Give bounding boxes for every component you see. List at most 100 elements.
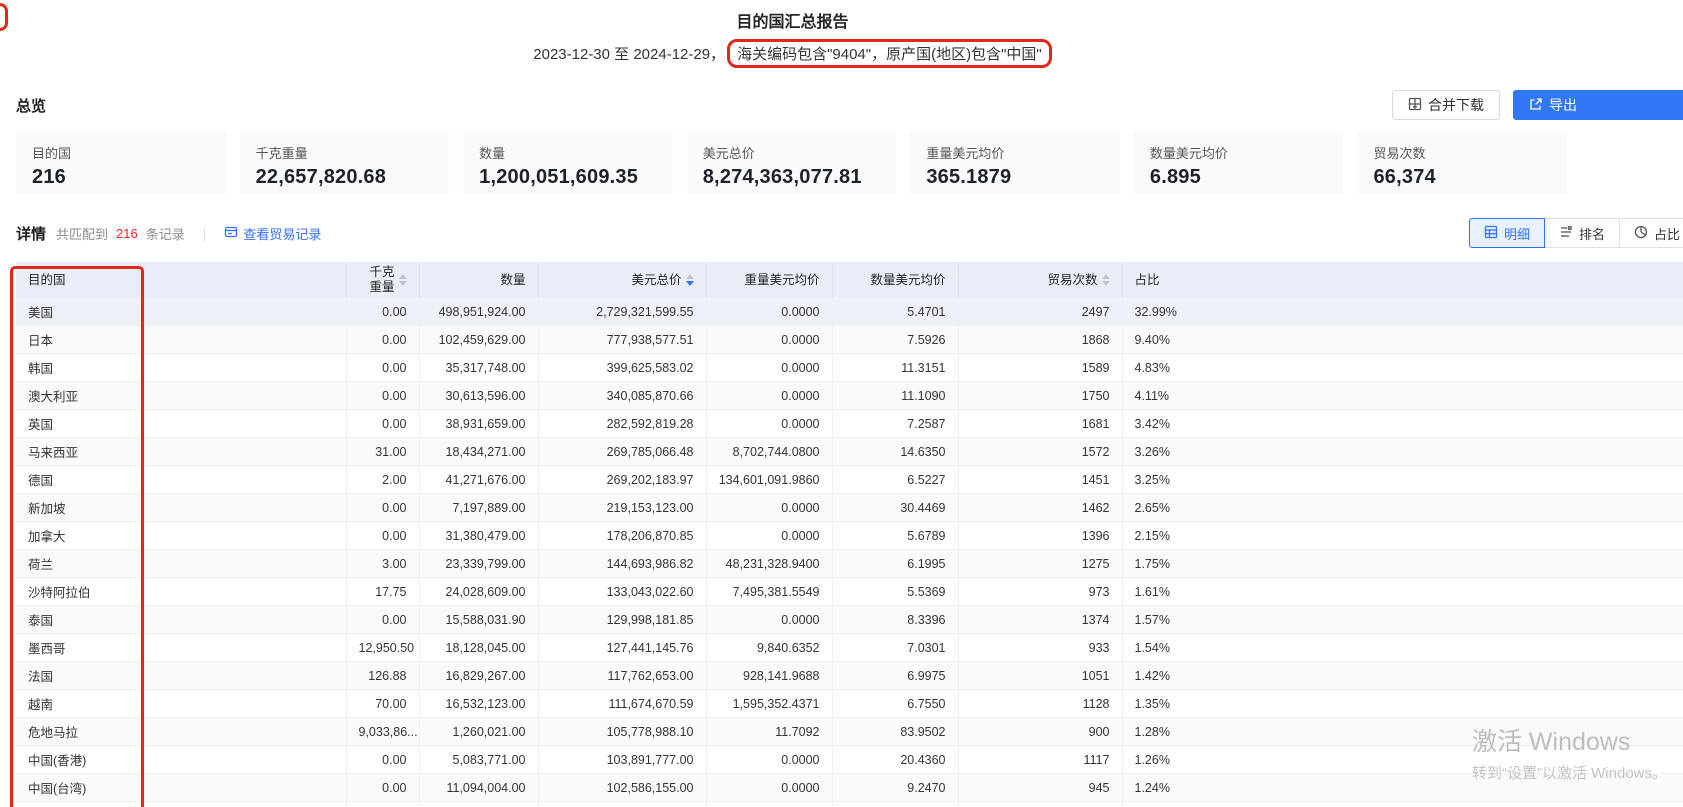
cell-kg-weight: 12,950.50 — [346, 634, 419, 662]
cell-kg-weight: 8,178.32 — [346, 802, 419, 807]
cell-quantity: 7,197,889.00 — [419, 494, 538, 522]
cell-kg-weight: 2.00 — [346, 466, 419, 494]
cell-weight-avg-price: 928,141.9688 — [706, 662, 832, 690]
cell-qty-avg-price: 5.4701 — [832, 298, 958, 326]
cell-trade-count: 1117 — [958, 746, 1122, 774]
column-header-kg-weight[interactable]: 千克重量 — [346, 262, 419, 298]
cell-trade-count: 1451 — [958, 466, 1122, 494]
view-tab-share[interactable]: 占比 — [1619, 218, 1683, 248]
cell-kg-weight: 0.00 — [346, 746, 419, 774]
cell-kg-weight: 17.75 — [346, 578, 419, 606]
cell-country: 危地马拉 — [16, 718, 346, 746]
cell-trade-count: 1374 — [958, 606, 1122, 634]
detail-table-icon — [1484, 225, 1498, 242]
cell-country: 墨西哥 — [16, 634, 346, 662]
stat-card-label: 重量美元均价 — [926, 143, 1104, 162]
table-row: 荷兰 3.00 23,339,799.00 144,693,986.82 48,… — [16, 550, 1683, 578]
cell-country: 英国 — [16, 410, 346, 438]
cell-usd-total: 178,206,870.85 — [538, 522, 706, 550]
cell-usd-total: 111,674,670.59 — [538, 690, 706, 718]
cell-country: 马来西亚 — [16, 438, 346, 466]
cell-weight-avg-price: 0.0000 — [706, 522, 832, 550]
cell-usd-total: 777,938,577.51 — [538, 326, 706, 354]
cell-kg-weight: 70.00 — [346, 690, 419, 718]
cell-weight-avg-price: 11,539.7069 — [706, 802, 832, 807]
cell-share: 1.35% — [1122, 690, 1683, 718]
cell-share: 3.25% — [1122, 466, 1683, 494]
cell-usd-total: 117,762,653.00 — [538, 662, 706, 690]
cell-share: 1.57% — [1122, 606, 1683, 634]
cell-weight-avg-price: 0.0000 — [706, 382, 832, 410]
cell-kg-weight: 0.00 — [346, 410, 419, 438]
cell-qty-avg-price: 11.3151 — [832, 354, 958, 382]
cell-kg-weight: 0.00 — [346, 298, 419, 326]
report-page: 目的国汇总报告 2023-12-30 至 2024-12-29，海关编码包含"9… — [0, 0, 1683, 807]
merge-download-icon — [1408, 97, 1422, 114]
cell-weight-avg-price: 0.0000 — [706, 774, 832, 802]
match-count: 216 — [116, 226, 138, 241]
cell-quantity: 30,613,596.00 — [419, 382, 538, 410]
cell-qty-avg-price: 7.0301 — [832, 634, 958, 662]
cell-usd-total: 269,202,183.97 — [538, 466, 706, 494]
stat-card-label: 美元总价 — [703, 143, 881, 162]
cell-country: 法国 — [16, 662, 346, 690]
sort-control[interactable] — [399, 274, 407, 286]
cell-quantity: 17,929,552.00 — [419, 802, 538, 807]
cell-kg-weight: 0.00 — [346, 326, 419, 354]
sort-control-active[interactable] — [686, 274, 694, 286]
table-row: 法国 126.88 16,829,267.00 117,762,653.00 9… — [16, 662, 1683, 690]
cell-usd-total: 219,153,123.00 — [538, 494, 706, 522]
merge-download-button[interactable]: 合并下载 — [1392, 90, 1500, 120]
red-annotation-fragment — [0, 3, 8, 31]
merge-download-label: 合并下载 — [1428, 95, 1484, 115]
cell-trade-count: 1051 — [958, 662, 1122, 690]
table-row: 越南 70.00 16,532,123.00 111,674,670.59 1,… — [16, 690, 1683, 718]
cell-weight-avg-price: 0.0000 — [706, 354, 832, 382]
cell-share: 3.26% — [1122, 438, 1683, 466]
cell-qty-avg-price: 8.3396 — [832, 606, 958, 634]
cell-trade-count: 1572 — [958, 438, 1122, 466]
column-header-usd-total[interactable]: 美元总价 — [538, 262, 706, 298]
overview-actions: 合并下载 导出 — [1392, 90, 1683, 120]
view-trade-records-link[interactable]: 查看贸易记录 — [224, 224, 321, 243]
cell-country: 加拿大 — [16, 522, 346, 550]
cell-qty-avg-price: 83.9502 — [832, 718, 958, 746]
cell-qty-avg-price: 20.4360 — [832, 746, 958, 774]
filter-text: 海关编码包含"9404"，原产国(地区)包含"中国" — [737, 46, 1042, 63]
cell-quantity: 24,028,609.00 — [419, 578, 538, 606]
stat-card-qty-avg-price: 数量美元均价 6.895 — [1134, 132, 1344, 194]
sort-control[interactable] — [1102, 274, 1110, 286]
cell-trade-count: 1589 — [958, 354, 1122, 382]
cell-quantity: 11,094,004.00 — [419, 774, 538, 802]
cell-kg-weight: 0.00 — [346, 522, 419, 550]
cell-usd-total: 105,778,988.10 — [538, 718, 706, 746]
cell-quantity: 15,588,031.90 — [419, 606, 538, 634]
detail-bar: 详情 共匹配到 216 条记录 | 查看贸易记录 明细 — [16, 218, 1683, 248]
cell-share: 1.26% — [1122, 746, 1683, 774]
view-tab-label: 排名 — [1579, 224, 1605, 243]
table-row: 加拿大 0.00 31,380,479.00 178,206,870.85 0.… — [16, 522, 1683, 550]
cell-qty-avg-price: 6.1995 — [832, 550, 958, 578]
cell-trade-count: 1396 — [958, 522, 1122, 550]
view-tab-detail[interactable]: 明细 — [1469, 218, 1545, 248]
detail-table: 目的国 千克重量 数量 美元总价 — [16, 262, 1683, 807]
match-suffix: 条记录 — [146, 224, 185, 243]
cell-country: 沙特阿拉伯 — [16, 578, 346, 606]
match-prefix: 共匹配到 — [56, 224, 108, 243]
date-range-text: 2023-12-30 至 2024-12-29， — [533, 46, 725, 63]
cell-share: 4.83% — [1122, 354, 1683, 382]
cell-weight-avg-price: 134,601,091.9860 — [706, 466, 832, 494]
view-tab-ranking[interactable]: 排名 — [1544, 218, 1620, 248]
cell-trade-count: 945 — [958, 774, 1122, 802]
cell-qty-avg-price: 5.5369 — [832, 578, 958, 606]
column-header-trade-count[interactable]: 贸易次数 — [958, 262, 1122, 298]
table-row: 新加坡 0.00 7,197,889.00 219,153,123.00 0.0… — [16, 494, 1683, 522]
stat-card-usd-total: 美元总价 8,274,363,077.81 — [687, 132, 897, 194]
cell-usd-total: 127,441,145.76 — [538, 634, 706, 662]
cell-qty-avg-price: 14.6350 — [832, 438, 958, 466]
cell-weight-avg-price: 0.0000 — [706, 298, 832, 326]
export-button[interactable]: 导出 — [1513, 90, 1683, 120]
cell-share: 3.42% — [1122, 410, 1683, 438]
cell-share: 32.99% — [1122, 298, 1683, 326]
cell-trade-count: 900 — [958, 718, 1122, 746]
